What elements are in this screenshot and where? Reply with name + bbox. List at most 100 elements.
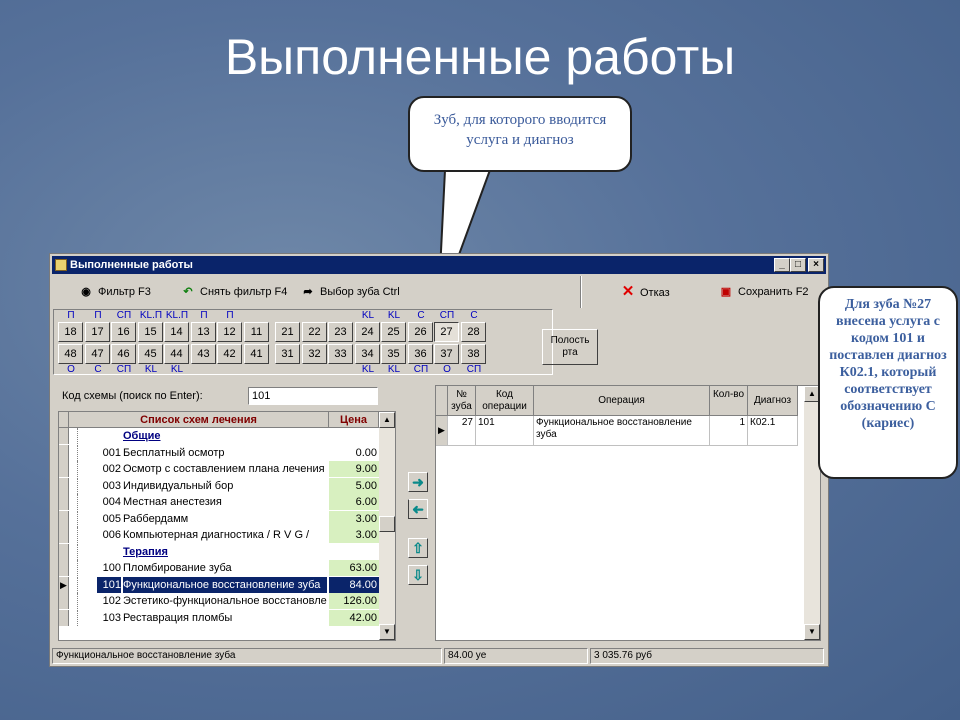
- scroll-thumb[interactable]: [379, 516, 395, 532]
- scheme-code-input[interactable]: 101: [248, 387, 378, 405]
- tooth-button-16[interactable]: 16: [111, 322, 136, 342]
- maximize-button[interactable]: □: [790, 258, 806, 272]
- tree-line: [69, 461, 78, 477]
- tooth-button-47[interactable]: 47: [85, 344, 110, 364]
- tooth-button-37[interactable]: 37: [434, 344, 459, 364]
- clear-filter-label: Снять фильтр F4: [200, 286, 288, 298]
- grid-cell-diagnosis[interactable]: К02.1: [748, 416, 798, 446]
- list-item[interactable]: 004 Местная анестезия 6.00: [59, 494, 379, 510]
- scheme-price: 5.00: [329, 477, 379, 494]
- tooth-button-46[interactable]: 46: [111, 344, 136, 364]
- grid-cell-operation[interactable]: Функциональное восстановление зуба: [534, 416, 710, 446]
- tooth-button-12[interactable]: 12: [217, 322, 242, 342]
- tooth-button-48[interactable]: 48: [58, 344, 83, 364]
- tooth-button-43[interactable]: 43: [191, 344, 216, 364]
- scheme-code: 102: [102, 595, 121, 607]
- tooth-button-42[interactable]: 42: [217, 344, 242, 364]
- tooth-button-17[interactable]: 17: [85, 322, 110, 342]
- tooth-button-35[interactable]: 35: [381, 344, 406, 364]
- tooth-label-top: С: [470, 310, 478, 321]
- list-scrollbar[interactable]: ▲ ▼: [379, 412, 395, 640]
- cancel-button[interactable]: ✕ Отказ: [620, 280, 670, 304]
- tooth-button-11[interactable]: 11: [244, 322, 269, 342]
- tooth-button-45[interactable]: 45: [138, 344, 163, 364]
- tooth-button-26[interactable]: 26: [408, 322, 433, 342]
- scheme-name: Местная анестезия: [123, 496, 222, 508]
- remove-arrow-icon[interactable]: ➜: [408, 499, 428, 519]
- row-indicator: [59, 494, 69, 510]
- grid-cell-code[interactable]: 101: [476, 416, 534, 446]
- move-down-icon[interactable]: ⇩: [408, 565, 428, 585]
- select-tooth-button[interactable]: ➦ Выбор зуба Ctrl: [300, 280, 399, 304]
- tooth-button-41[interactable]: 41: [244, 344, 269, 364]
- close-button[interactable]: ×: [808, 258, 824, 272]
- tooth-button-15[interactable]: 15: [138, 322, 163, 342]
- app-window: Выполненные работы _ □ × ◉ Фильтр F3 ↶ Сня…: [49, 253, 829, 667]
- grid-cell-tooth[interactable]: 27: [448, 416, 476, 446]
- row-indicator: [59, 477, 69, 494]
- tooth-button-23[interactable]: 23: [328, 322, 353, 342]
- add-arrow-icon[interactable]: ➜: [408, 472, 428, 492]
- tooth-button-38[interactable]: 38: [461, 344, 486, 364]
- tooth-button-21[interactable]: 21: [275, 322, 300, 342]
- tooth-label-top: KL.П: [139, 310, 163, 321]
- list-group-row[interactable]: Терапия: [59, 543, 379, 560]
- tooth-label-top: С: [417, 310, 425, 321]
- list-item[interactable]: 003 Индивидуальный бор 5.00: [59, 477, 379, 494]
- grid-scroll-down-icon[interactable]: ▼: [804, 624, 820, 640]
- scheme-code: 100: [102, 562, 121, 574]
- list-group-row[interactable]: Общие: [59, 428, 379, 444]
- row-indicator: [59, 510, 69, 527]
- search-label: Код схемы (поиск по Enter):: [62, 390, 203, 402]
- grid-header-diagnosis: Диагноз: [748, 386, 798, 416]
- tooth-button-22[interactable]: 22: [302, 322, 327, 342]
- tooth-button-33[interactable]: 33: [328, 344, 353, 364]
- scheme-name: Пломбирование зуба: [123, 562, 232, 574]
- scheme-code: 101: [97, 576, 121, 593]
- row-indicator: ▶: [59, 576, 69, 593]
- list-item[interactable]: 006 Компьютерная диагностика / R V G / 3.0…: [59, 527, 379, 543]
- grid-cell-qty[interactable]: 1: [710, 416, 748, 446]
- list-item[interactable]: 100 Пломбирование зуба 63.00: [59, 560, 379, 576]
- tree-line: [69, 560, 78, 576]
- app-icon: [55, 259, 67, 271]
- list-item[interactable]: ▶ 101 Функциональное восстановление зуба 84…: [59, 576, 379, 593]
- diagnosis-callout: Для зуба №27 внесена услуга с кодом 101 …: [818, 286, 958, 479]
- tooth-label-top: СП: [116, 310, 132, 321]
- tooth-button-32[interactable]: 32: [302, 344, 327, 364]
- tooth-button-25[interactable]: 25: [381, 322, 406, 342]
- tooth-label-bottom: СП: [466, 364, 482, 375]
- minimize-button[interactable]: _: [774, 258, 790, 272]
- list-item[interactable]: 001 Бесплатный осмотр 0.00: [59, 444, 379, 461]
- tooth-button-28[interactable]: 28: [461, 322, 486, 342]
- grid-header-operation: Операция: [534, 386, 710, 416]
- list-item[interactable]: 102 Эстетико-функциональное восстановлени…: [59, 593, 379, 609]
- list-item[interactable]: 103 Реставрация пломбы 42.00: [59, 609, 379, 626]
- list-item[interactable]: 005 Раббердамм 3.00: [59, 510, 379, 527]
- tooth-button-36[interactable]: 36: [408, 344, 433, 364]
- full-mouth-button[interactable]: Полость рта: [542, 329, 598, 365]
- clear-filter-button[interactable]: ↶ Снять фильтр F4: [180, 280, 287, 304]
- tooth-button-34[interactable]: 34: [355, 344, 380, 364]
- row-indicator: [59, 527, 69, 543]
- save-button[interactable]: ▣ Сохранить F2: [718, 280, 809, 304]
- scheme-code: 006: [102, 529, 121, 541]
- list-item[interactable]: 002 Осмотр с составлением плана лечения 9.…: [59, 461, 379, 477]
- tooth-button-27[interactable]: 27: [434, 322, 459, 342]
- tooth-button-24[interactable]: 24: [355, 322, 380, 342]
- performed-works-grid: № зуба Код операции Операция Кол-во Диаг…: [435, 385, 821, 641]
- tooth-button-31[interactable]: 31: [275, 344, 300, 364]
- move-up-icon[interactable]: ⇧: [408, 538, 428, 558]
- scheme-price: 0.00: [355, 446, 377, 459]
- tooth-button-18[interactable]: 18: [58, 322, 83, 342]
- grid-header-code: Код операции: [476, 386, 534, 416]
- tooth-label-bottom: KL: [170, 364, 184, 375]
- tooth-button-14[interactable]: 14: [164, 322, 189, 342]
- scroll-up-icon[interactable]: ▲: [379, 412, 395, 428]
- scroll-down-icon[interactable]: ▼: [379, 624, 395, 640]
- list-header-indicator: [59, 412, 69, 428]
- tooth-button-44[interactable]: 44: [164, 344, 189, 364]
- filter-button[interactable]: ◉ Фильтр F3: [78, 280, 151, 304]
- tooth-button-13[interactable]: 13: [191, 322, 216, 342]
- tooth-select-icon: ➦: [303, 286, 313, 298]
